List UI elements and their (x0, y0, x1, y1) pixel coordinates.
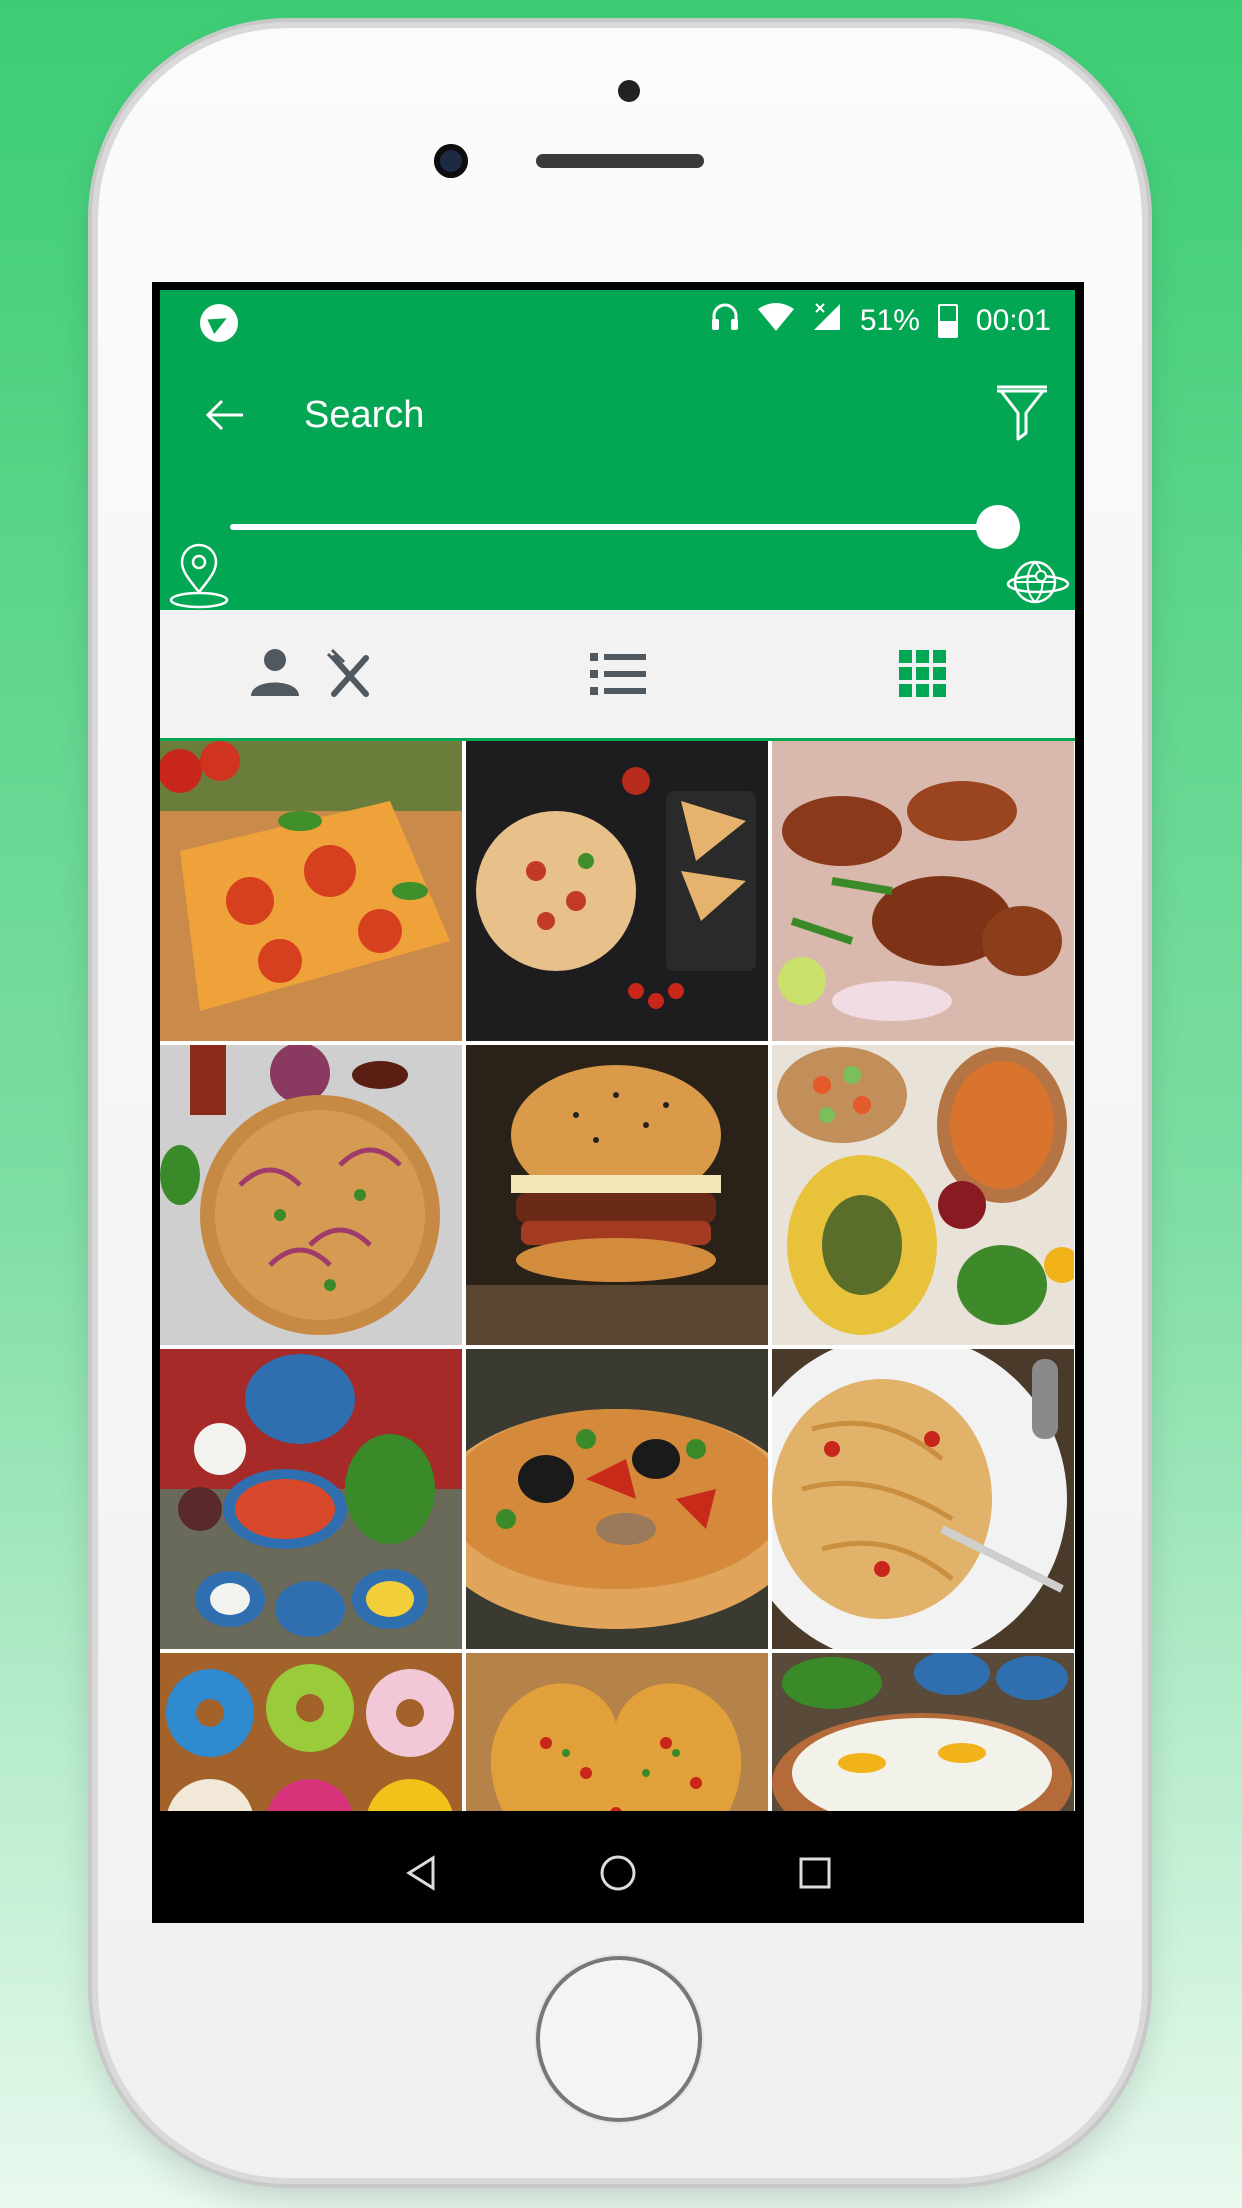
grid-view-icon (898, 650, 946, 697)
toolbar: Search (160, 360, 1075, 470)
nav-home-button[interactable] (588, 1843, 648, 1903)
grid-item-heart-pizza[interactable] (466, 1653, 768, 1811)
grid-item-burger[interactable] (466, 1045, 768, 1345)
arrow-back-icon (205, 399, 243, 431)
pizza-slices-photo-icon (466, 741, 768, 1041)
roast-chicken-photo-icon (772, 741, 1074, 1041)
grid-item-donuts[interactable] (160, 1653, 462, 1811)
location-pin-button[interactable] (168, 542, 230, 610)
slider-thumb[interactable] (976, 505, 1020, 549)
food-grid (160, 741, 1075, 1811)
headphones-icon (710, 301, 740, 341)
status-bar: 51% 00:01 (160, 290, 1075, 350)
tab-list-view[interactable] (465, 610, 770, 738)
tab-people-restaurants[interactable] (160, 610, 465, 738)
person-restaurant-icon (250, 648, 369, 697)
android-nav-bar (152, 1823, 1084, 1923)
nav-recents-square-icon (799, 1857, 831, 1889)
tab-grid-view[interactable] (770, 610, 1075, 738)
persian-rice-platter-photo-icon (772, 1045, 1074, 1345)
phone-screen: 51% 00:01 Search (152, 282, 1084, 1923)
nav-home-circle-icon (600, 1855, 636, 1891)
location-pin-icon (169, 543, 229, 609)
grid-item-pizza-slices[interactable] (466, 741, 768, 1041)
wifi-icon (757, 303, 794, 339)
pizza-onion-photo-icon (160, 1045, 462, 1345)
grid-item-roast-chicken[interactable] (772, 741, 1074, 1041)
status-icons: 51% 00:01 (710, 300, 1051, 342)
grid-item-persian-dishes[interactable] (160, 1349, 462, 1649)
slider-track (230, 524, 1000, 530)
grid-item-pizza[interactable] (160, 741, 462, 1041)
nav-back-triangle-icon (405, 1855, 435, 1891)
home-button[interactable] (536, 1956, 702, 2122)
pizza-photo-icon (160, 741, 462, 1041)
page-title: Search (304, 394, 425, 436)
nav-recents-button[interactable] (785, 1843, 845, 1903)
grid-item-rice-dishes[interactable] (772, 1653, 1074, 1811)
proximity-sensor (618, 80, 640, 102)
persian-dishes-photo-icon (160, 1349, 462, 1649)
view-tabs (160, 610, 1075, 738)
nav-back-button[interactable] (391, 1843, 451, 1903)
donuts-photo-icon (160, 1653, 462, 1811)
distance-slider[interactable] (230, 502, 1020, 552)
grid-item-pasta[interactable] (772, 1349, 1074, 1649)
olive-pizza-photo-icon (466, 1349, 768, 1649)
burger-photo-icon (466, 1045, 768, 1345)
battery-icon (937, 304, 958, 338)
globe-location-button[interactable] (1005, 556, 1071, 608)
telegram-notification-icon (200, 304, 238, 342)
heart-pizza-photo-icon (466, 1653, 768, 1811)
filter-button[interactable] (987, 374, 1057, 454)
list-view-icon (589, 653, 646, 695)
clock: 00:01 (975, 304, 1051, 337)
earpiece-speaker (536, 154, 704, 168)
battery-percent: 51% (859, 304, 920, 337)
rice-and-dishes-photo-icon (772, 1653, 1074, 1811)
front-camera (434, 144, 468, 178)
filter-icon (997, 385, 1047, 441)
grid-item-olive-pizza[interactable] (466, 1349, 768, 1649)
back-button[interactable] (190, 380, 260, 450)
pasta-photo-icon (772, 1349, 1074, 1649)
grid-item-persian-rice-platter[interactable] (772, 1045, 1074, 1345)
grid-item-pizza-onion[interactable] (160, 1045, 462, 1345)
signal-icon (812, 302, 842, 340)
globe-icon (1006, 560, 1070, 604)
